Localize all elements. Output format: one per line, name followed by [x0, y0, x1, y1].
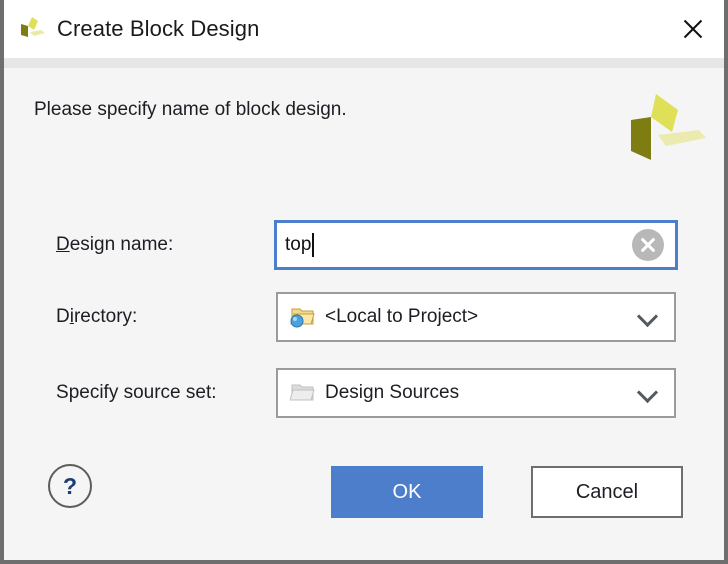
- folder-project-icon: [290, 306, 316, 328]
- design-name-input[interactable]: top: [274, 220, 678, 270]
- directory-value: <Local to Project>: [325, 306, 479, 327]
- source-set-value: Design Sources: [325, 382, 460, 403]
- design-name-label-text: esign name:: [69, 234, 174, 255]
- title-bar: Create Block Design: [4, 0, 724, 58]
- source-set-label-mnemonic: S: [56, 382, 69, 403]
- directory-combobox[interactable]: <Local to Project>: [276, 292, 676, 342]
- source-set-combobox[interactable]: Design Sources: [276, 368, 676, 418]
- directory-label-text: rectory:: [73, 306, 138, 327]
- instruction-text: Please specify name of block design.: [34, 99, 347, 120]
- help-button[interactable]: ?: [48, 464, 92, 508]
- create-block-design-dialog: Create Block Design Please specify name …: [0, 0, 728, 564]
- clear-circle-icon[interactable]: [632, 229, 664, 261]
- source-set-label: Specify source set:: [56, 382, 217, 404]
- dialog-body: Please specify name of block design. Des…: [4, 68, 724, 560]
- directory-row: Directory: <Local to Project>: [4, 292, 724, 342]
- source-set-label-text: pecify source set:: [68, 382, 217, 403]
- design-name-label-mnemonic: D: [56, 234, 70, 255]
- close-icon: [680, 16, 706, 42]
- cancel-button[interactable]: Cancel: [531, 466, 683, 518]
- directory-label-prefix: D: [56, 306, 70, 327]
- design-name-row: Design name: top: [4, 220, 724, 270]
- design-name-value: top: [285, 234, 312, 255]
- vivado-pinwheel-icon: [17, 14, 47, 44]
- help-icon: ?: [62, 472, 78, 499]
- vivado-pinwheel-large-icon: [627, 88, 707, 168]
- ok-button[interactable]: OK: [331, 466, 483, 518]
- folder-icon: [289, 382, 316, 404]
- chevron-down-icon[interactable]: [639, 384, 657, 402]
- directory-label: Directory:: [56, 306, 137, 328]
- title-separator: [4, 58, 724, 68]
- design-name-label: Design name:: [56, 234, 173, 256]
- source-set-row: Specify source set: Design Sources: [4, 368, 724, 418]
- dialog-title: Create Block Design: [57, 16, 260, 41]
- chevron-down-icon[interactable]: [639, 308, 657, 326]
- close-button[interactable]: [662, 0, 724, 58]
- text-caret: [312, 233, 315, 257]
